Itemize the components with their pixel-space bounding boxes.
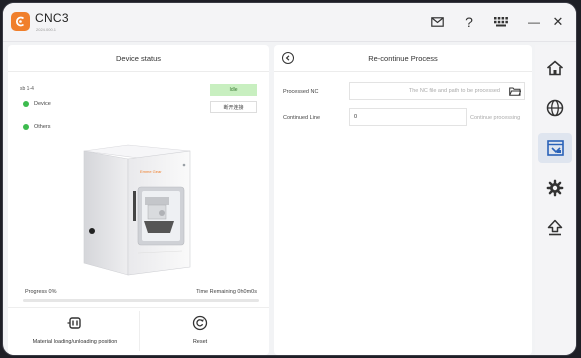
continue-processing-button[interactable]: Continue processing bbox=[470, 115, 520, 121]
app-version: 2024.000.1 bbox=[36, 27, 57, 32]
device-label: Device bbox=[34, 101, 51, 107]
keyboard-icon[interactable] bbox=[491, 12, 511, 32]
gear-icon bbox=[546, 179, 564, 197]
globe-icon bbox=[546, 99, 564, 117]
mail-icon[interactable] bbox=[427, 12, 447, 32]
close-icon[interactable]: ✕ bbox=[548, 12, 568, 32]
material-position-label: Material loading/unloading position bbox=[32, 339, 118, 345]
continued-line-label: Continued Line bbox=[283, 115, 321, 121]
progress-bar bbox=[23, 299, 259, 302]
reset-label: Reset bbox=[192, 339, 208, 345]
milling-machine-image: Emme Gear bbox=[83, 144, 191, 276]
upload-icon bbox=[547, 219, 563, 236]
status-dot-icon bbox=[23, 124, 29, 130]
recontinue-header: Re-continue Process bbox=[274, 45, 532, 72]
divider bbox=[8, 307, 269, 308]
sidebar-nav bbox=[535, 45, 576, 355]
sidebar-item-upgrade[interactable] bbox=[538, 213, 572, 243]
sidebar-item-settings[interactable] bbox=[538, 173, 572, 203]
minimize-icon[interactable]: — bbox=[524, 12, 544, 32]
title-bar: CNC3 2024.000.1 ? — ✕ bbox=[3, 3, 576, 42]
progress-label: Progress 0% bbox=[25, 289, 57, 295]
app-window: CNC3 2024.000.1 ? — ✕ Device status sb 1… bbox=[3, 3, 576, 355]
processed-nc-label: Processed NC bbox=[283, 89, 319, 95]
device-status-panel: Device status sb 1-4 Device Others Idle … bbox=[8, 45, 269, 355]
app-logo bbox=[11, 12, 30, 31]
material-position-button[interactable]: Material loading/unloading position bbox=[25, 315, 125, 345]
app-title: CNC3 bbox=[35, 11, 69, 25]
device-model: sb 1-4 bbox=[20, 86, 34, 92]
processed-nc-input[interactable]: The NC file and path to be processed bbox=[349, 82, 525, 100]
machine-brand-text: Emme Gear bbox=[140, 169, 162, 174]
time-remaining: Time Remaining 0h0m0s bbox=[196, 289, 257, 295]
status-badge: Idle bbox=[210, 84, 257, 96]
others-label: Others bbox=[34, 124, 51, 130]
material-position-icon bbox=[67, 317, 81, 329]
reset-button[interactable]: Reset bbox=[170, 315, 230, 345]
continued-line-input[interactable]: 0 bbox=[349, 108, 467, 126]
reset-icon bbox=[192, 315, 208, 331]
processed-nc-placeholder: The NC file and path to be processed bbox=[408, 88, 500, 94]
home-icon bbox=[546, 60, 564, 76]
sidebar-item-recontinue[interactable] bbox=[538, 133, 572, 163]
help-icon[interactable]: ? bbox=[459, 12, 479, 32]
sidebar-item-globe[interactable] bbox=[538, 93, 572, 123]
recontinue-icon bbox=[546, 140, 564, 156]
device-status-header: Device status bbox=[8, 45, 269, 72]
device-status-row: Device bbox=[23, 101, 51, 107]
sidebar-item-home[interactable] bbox=[538, 53, 572, 83]
others-status-row: Others bbox=[23, 124, 51, 130]
status-dot-icon bbox=[23, 101, 29, 107]
recontinue-panel: Re-continue Process Processed NC The NC … bbox=[274, 45, 532, 355]
disconnect-button[interactable]: 断开连接 bbox=[210, 101, 257, 113]
folder-icon[interactable] bbox=[506, 87, 524, 96]
divider bbox=[139, 311, 140, 351]
back-icon[interactable] bbox=[282, 52, 294, 64]
